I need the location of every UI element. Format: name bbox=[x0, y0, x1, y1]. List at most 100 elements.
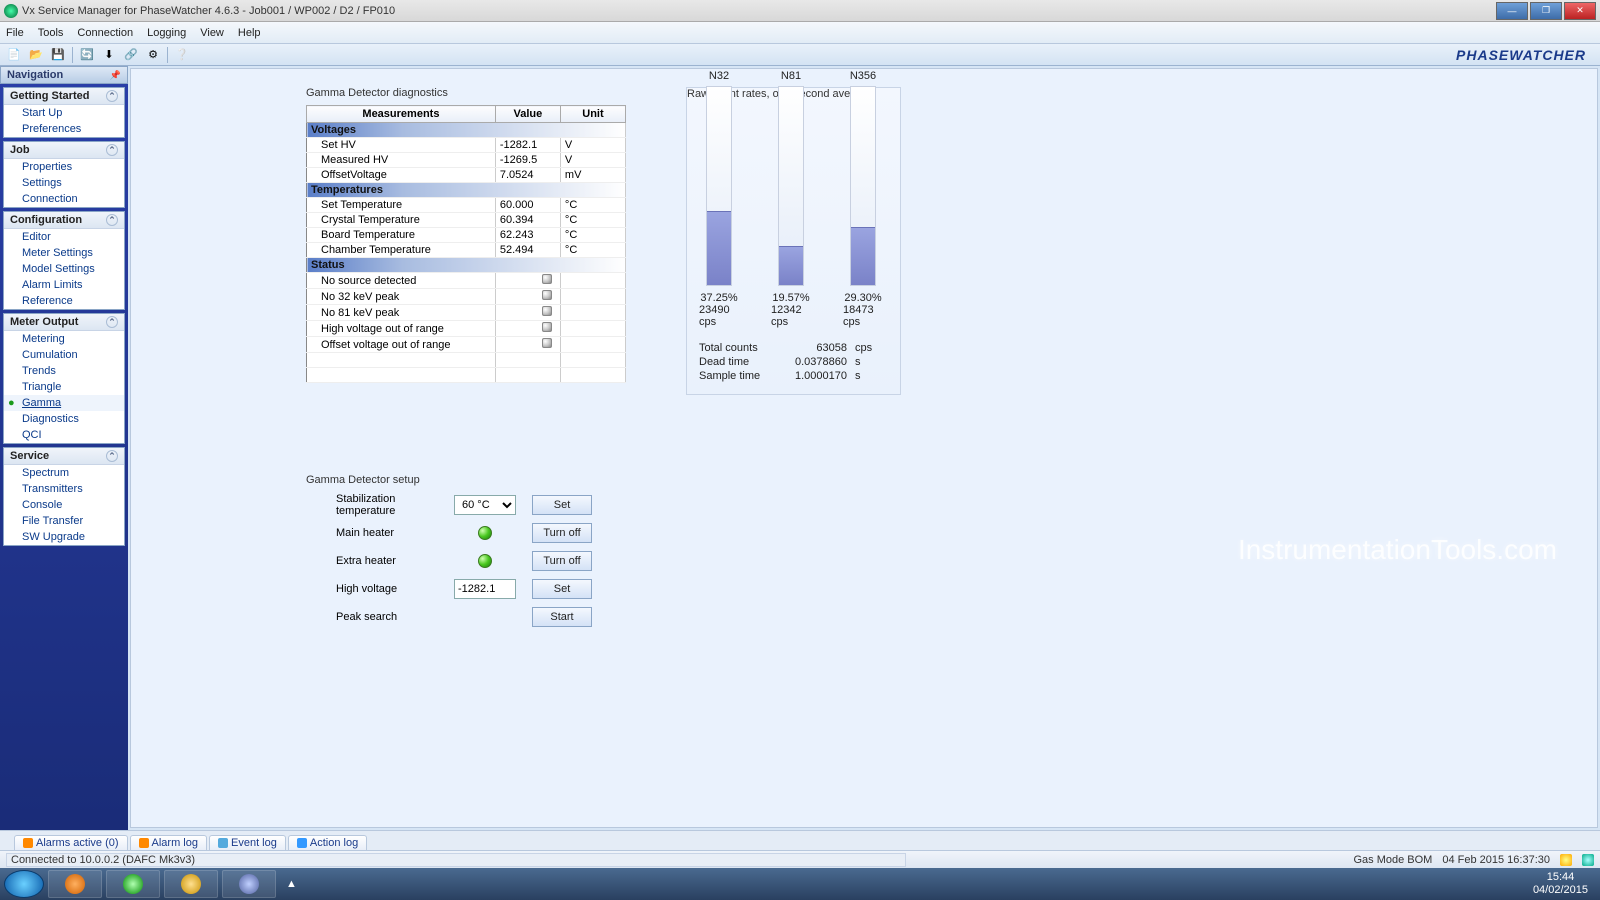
link-icon[interactable]: 🔗 bbox=[123, 47, 139, 63]
close-button[interactable]: ✕ bbox=[1564, 2, 1596, 20]
cell-unit: °C bbox=[560, 243, 625, 258]
nav-group: Meter Output⌃MeteringCumulationTrendsTri… bbox=[3, 313, 125, 444]
nav-item-model-settings[interactable]: Model Settings bbox=[4, 261, 124, 277]
summary-key: Sample time bbox=[699, 370, 779, 382]
menu-help[interactable]: Help bbox=[238, 27, 261, 39]
table-row: No 81 keV peak bbox=[307, 305, 626, 321]
start-button[interactable] bbox=[4, 870, 44, 898]
taskbar-item-3[interactable] bbox=[164, 870, 218, 898]
diagnostics-table: Measurements Value Unit VoltagesSet HV-1… bbox=[306, 105, 626, 383]
table-row: OffsetVoltage7.0524mV bbox=[307, 168, 626, 183]
status-icon-2[interactable] bbox=[1582, 854, 1594, 866]
nav-item-console[interactable]: Console bbox=[4, 497, 124, 513]
workspace: Navigation 📌 Getting Started⌃Start UpPre… bbox=[0, 66, 1600, 830]
menu-view[interactable]: View bbox=[200, 27, 224, 39]
led-off-icon bbox=[542, 274, 552, 284]
save-icon[interactable]: 💾 bbox=[50, 47, 66, 63]
nav-item-triangle[interactable]: Triangle bbox=[4, 379, 124, 395]
nav-group-header[interactable]: Job⌃ bbox=[4, 142, 124, 159]
nav-group-header[interactable]: Configuration⌃ bbox=[4, 212, 124, 229]
download-icon[interactable]: ⬇ bbox=[101, 47, 117, 63]
toolbar-separator bbox=[167, 47, 168, 63]
tab-event-log[interactable]: Event log bbox=[209, 835, 286, 850]
brand-label: PHASEWATCHER bbox=[1456, 47, 1594, 63]
open-icon[interactable]: 📂 bbox=[28, 47, 44, 63]
menu-tools[interactable]: Tools bbox=[38, 27, 64, 39]
nav-item-meter-settings[interactable]: Meter Settings bbox=[4, 245, 124, 261]
nav-item-sw-upgrade[interactable]: SW Upgrade bbox=[4, 529, 124, 545]
nav-item-trends[interactable]: Trends bbox=[4, 363, 124, 379]
nav-item-connection[interactable]: Connection bbox=[4, 191, 124, 207]
maximize-button[interactable]: ❐ bbox=[1530, 2, 1562, 20]
cell-unit: °C bbox=[560, 198, 625, 213]
cell-value: -1269.5 bbox=[495, 153, 560, 168]
table-row-empty bbox=[307, 353, 626, 368]
main-heater-button[interactable]: Turn off bbox=[532, 523, 592, 543]
peak-start-button[interactable]: Start bbox=[532, 607, 592, 627]
tab-action-log-label: Action log bbox=[310, 837, 358, 849]
nav-item-alarm-limits[interactable]: Alarm Limits bbox=[4, 277, 124, 293]
new-icon[interactable]: 📄 bbox=[6, 47, 22, 63]
status-right: Gas Mode BOM 04 Feb 2015 16:37:30 bbox=[1353, 854, 1594, 866]
tab-alarms-active[interactable]: Alarms active (0) bbox=[14, 835, 128, 850]
app-icon bbox=[4, 4, 18, 18]
cell-value: 52.494 bbox=[495, 243, 560, 258]
gear-icon[interactable]: ⚙ bbox=[145, 47, 161, 63]
taskbar-item-2[interactable] bbox=[106, 870, 160, 898]
tab-alarm-log-label: Alarm log bbox=[152, 837, 198, 849]
statusbar: Connected to 10.0.0.2 (DAFC Mk3v3) Gas M… bbox=[0, 850, 1600, 868]
stab-temp-select[interactable]: 60 °C bbox=[454, 495, 516, 515]
nav-item-diagnostics[interactable]: Diagnostics bbox=[4, 411, 124, 427]
nav-item-settings[interactable]: Settings bbox=[4, 175, 124, 191]
extra-heater-button[interactable]: Turn off bbox=[532, 551, 592, 571]
cell-measurement: Chamber Temperature bbox=[307, 243, 496, 258]
cell-measurement: Offset voltage out of range bbox=[307, 337, 496, 353]
status-connection: Connected to 10.0.0.2 (DAFC Mk3v3) bbox=[6, 853, 906, 867]
nav-item-metering[interactable]: Metering bbox=[4, 331, 124, 347]
taskbar-item-1[interactable] bbox=[48, 870, 102, 898]
cell-unit bbox=[560, 305, 625, 321]
navigation-panel: Navigation 📌 Getting Started⌃Start UpPre… bbox=[0, 66, 128, 830]
menu-logging[interactable]: Logging bbox=[147, 27, 186, 39]
pin-icon[interactable]: 📌 bbox=[110, 70, 121, 81]
nav-item-properties[interactable]: Properties bbox=[4, 159, 124, 175]
nav-item-reference[interactable]: Reference bbox=[4, 293, 124, 309]
hv-set-button[interactable]: Set bbox=[532, 579, 592, 599]
nav-item-qci[interactable]: QCI bbox=[4, 427, 124, 443]
hv-input[interactable] bbox=[454, 579, 516, 599]
diagnostics-panel: Gamma Detector diagnostics Measurements … bbox=[306, 87, 646, 383]
menu-file[interactable]: File bbox=[6, 27, 24, 39]
tray-chevron-up-icon[interactable]: ▲ bbox=[280, 878, 303, 890]
cell-led bbox=[495, 305, 560, 321]
nav-group-header[interactable]: Service⌃ bbox=[4, 448, 124, 465]
nav-item-cumulation[interactable]: Cumulation bbox=[4, 347, 124, 363]
bar-label: N32 bbox=[709, 70, 729, 82]
cell-unit bbox=[560, 337, 625, 353]
tab-alarm-log[interactable]: Alarm log bbox=[130, 835, 207, 850]
nav-group-header[interactable]: Meter Output⌃ bbox=[4, 314, 124, 331]
menu-connection[interactable]: Connection bbox=[77, 27, 133, 39]
nav-item-start-up[interactable]: Start Up bbox=[4, 105, 124, 121]
summary-row: Sample time1.0000170s bbox=[699, 370, 888, 382]
summary-unit: s bbox=[855, 370, 875, 382]
help-icon[interactable]: ❔ bbox=[174, 47, 190, 63]
nav-item-gamma[interactable]: Gamma bbox=[4, 395, 124, 411]
nav-item-file-transfer[interactable]: File Transfer bbox=[4, 513, 124, 529]
navigation-title-label: Navigation bbox=[7, 69, 63, 81]
nav-group-header[interactable]: Getting Started⌃ bbox=[4, 88, 124, 105]
cell-unit: V bbox=[560, 138, 625, 153]
taskbar-clock[interactable]: 15:44 04/02/2015 bbox=[1525, 871, 1596, 897]
refresh-icon[interactable]: 🔄 bbox=[79, 47, 95, 63]
nav-group-title: Getting Started bbox=[10, 90, 89, 102]
minimize-button[interactable]: — bbox=[1496, 2, 1528, 20]
nav-item-editor[interactable]: Editor bbox=[4, 229, 124, 245]
nav-item-transmitters[interactable]: Transmitters bbox=[4, 481, 124, 497]
status-icon-1[interactable] bbox=[1560, 854, 1572, 866]
taskbar-item-4[interactable] bbox=[222, 870, 276, 898]
nav-item-preferences[interactable]: Preferences bbox=[4, 121, 124, 137]
nav-item-spectrum[interactable]: Spectrum bbox=[4, 465, 124, 481]
tab-action-log[interactable]: Action log bbox=[288, 835, 367, 850]
menubar: File Tools Connection Logging View Help bbox=[0, 22, 1600, 44]
cell-unit: °C bbox=[560, 228, 625, 243]
stab-set-button[interactable]: Set bbox=[532, 495, 592, 515]
